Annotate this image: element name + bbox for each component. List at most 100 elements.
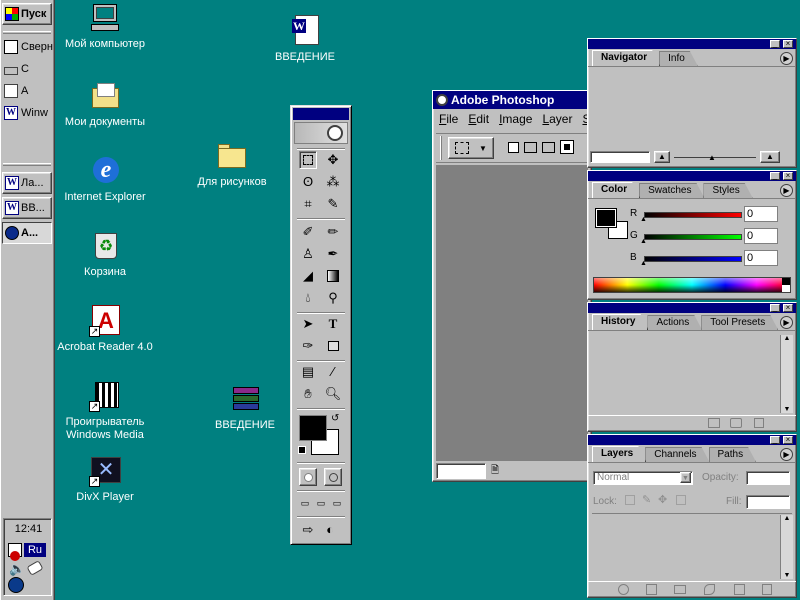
quick-mask-button[interactable] — [324, 468, 342, 486]
desktop-icon-media-player[interactable]: ↗ Проигрыватель Windows Media — [50, 380, 160, 442]
zoom-tool[interactable]: 🔍︎ — [324, 385, 342, 403]
palette-titlebar[interactable]: _ × — [588, 171, 796, 181]
new-layer-icon[interactable] — [734, 584, 745, 595]
shape-tool[interactable] — [324, 337, 342, 355]
tab-info[interactable]: Info — [659, 51, 698, 66]
palette-titlebar[interactable]: _ × — [588, 39, 796, 49]
tab-tool-presets[interactable]: Tool Presets — [701, 315, 778, 330]
new-selection-icon[interactable] — [508, 142, 519, 153]
tab-history[interactable]: History — [592, 314, 648, 330]
subtract-selection-icon[interactable] — [542, 142, 555, 153]
slider-thumb-icon[interactable]: ▲ — [640, 238, 647, 245]
status-zoom-field[interactable] — [436, 463, 486, 479]
adobe-online-button[interactable] — [294, 122, 348, 144]
photoshop-tray-icon[interactable] — [8, 577, 24, 593]
green-value-field[interactable]: 0 — [744, 228, 778, 244]
trash-icon[interactable] — [754, 418, 764, 428]
quicklaunch-item-3[interactable]: А — [4, 81, 54, 101]
photoshop-app-icon[interactable] — [436, 94, 448, 106]
desktop-icon-internet-explorer[interactable]: e Internet Explorer — [50, 155, 160, 204]
quicklaunch-show-desktop[interactable]: Сверн — [4, 37, 54, 57]
zoom-slider-thumb-icon[interactable]: ▲ — [708, 153, 716, 162]
type-tool[interactable]: T — [324, 315, 342, 333]
tab-layers[interactable]: Layers — [592, 446, 646, 462]
slider-thumb-icon[interactable]: ▲ — [640, 260, 647, 267]
layers-scrollbar[interactable]: ▲ ▼ — [780, 515, 793, 579]
healing-brush-tool[interactable]: ✐ — [299, 223, 317, 241]
path-selection-tool[interactable]: ➤ — [299, 315, 317, 333]
tab-swatches[interactable]: Swatches — [639, 183, 704, 198]
imageready-icon[interactable]: ◐ — [321, 521, 339, 539]
desktop-icon-word-document[interactable]: W ВВЕДЕНИЕ — [250, 15, 360, 64]
scroll-down-icon[interactable]: ▼ — [781, 406, 793, 413]
navigator-zoom-field[interactable] — [590, 151, 650, 163]
desktop-icon-folder[interactable]: Для рисунков — [177, 140, 287, 189]
palette-close-button[interactable]: × — [783, 172, 793, 180]
notes-tool[interactable]: ▤ — [299, 363, 317, 381]
slider-thumb-icon[interactable]: ▲ — [640, 216, 647, 223]
default-colors-icon[interactable] — [298, 446, 306, 454]
palette-close-button[interactable]: × — [783, 304, 793, 312]
slice-tool[interactable]: ✎ — [324, 195, 342, 213]
blend-mode-select[interactable]: Normal ▼ — [593, 471, 693, 485]
blur-tool[interactable]: 💧︎ — [299, 289, 317, 307]
layer-set-icon[interactable] — [674, 585, 686, 594]
tray-app-icon[interactable] — [26, 560, 44, 576]
eyedropper-tool[interactable]: ⁄ — [324, 363, 342, 381]
fill-field[interactable] — [746, 495, 790, 509]
scroll-up-icon[interactable]: ▲ — [781, 335, 793, 342]
palette-titlebar[interactable]: _ × — [588, 303, 796, 313]
full-screen-button[interactable]: ▭ — [328, 494, 346, 512]
quicklaunch-word[interactable]: W Winw — [4, 103, 54, 123]
scroll-up-icon[interactable]: ▲ — [781, 515, 793, 522]
scroll-down-icon[interactable]: ▼ — [781, 572, 793, 579]
history-brush-tool[interactable]: ✒ — [324, 245, 342, 263]
move-tool[interactable]: ✥ — [324, 151, 342, 169]
dodge-tool[interactable]: ⚲ — [324, 289, 342, 307]
menu-image[interactable]: Image — [499, 112, 532, 126]
tool-preset-picker[interactable]: ▼ — [448, 137, 494, 159]
toolbar-grip[interactable] — [3, 31, 51, 34]
tab-channels[interactable]: Channels — [645, 447, 709, 462]
language-indicator[interactable]: Ru — [24, 543, 46, 557]
marquee-tool[interactable] — [299, 151, 317, 169]
palette-titlebar[interactable]: _ × — [588, 435, 796, 445]
dropdown-arrow-icon[interactable]: ▼ — [680, 472, 691, 483]
menu-edit[interactable]: Edit — [468, 112, 489, 126]
add-selection-icon[interactable] — [524, 142, 537, 153]
desktop-icon-divx[interactable]: ✕ ↗ DivX Player — [50, 455, 160, 504]
layer-style-icon[interactable] — [618, 584, 629, 595]
brush-tool[interactable]: ✏ — [324, 223, 342, 241]
blue-value-field[interactable]: 0 — [744, 250, 778, 266]
palette-minimize-button[interactable]: _ — [770, 304, 780, 312]
zoom-out-button[interactable]: ▲ — [654, 151, 670, 163]
intersect-selection-icon[interactable] — [560, 140, 574, 154]
status-doc-icon[interactable]: 🗎︎ — [491, 463, 499, 480]
lock-transparency-icon[interactable] — [625, 495, 635, 505]
lock-all-icon[interactable] — [676, 495, 686, 505]
clock[interactable]: 12:41 — [4, 523, 53, 535]
palette-menu-button[interactable]: ▶ — [780, 448, 793, 461]
imageready-jump-icon[interactable]: ⇨ — [299, 521, 317, 539]
eraser-tool[interactable]: ◢ — [299, 267, 317, 285]
volume-icon[interactable]: 🔈 — [9, 561, 25, 577]
quicklaunch-item-2[interactable]: С — [4, 59, 54, 79]
hand-tool[interactable]: ✋︎ — [299, 385, 317, 403]
pen-tool[interactable]: ✑ — [299, 337, 317, 355]
red-value-field[interactable]: 0 — [744, 206, 778, 222]
lock-pixels-icon[interactable]: ✎ — [642, 493, 651, 506]
crop-tool[interactable]: ⌗ — [299, 195, 317, 213]
desktop-icon-my-computer[interactable]: Мой компьютер — [50, 2, 160, 51]
tab-actions[interactable]: Actions — [647, 315, 702, 330]
gradient-tool[interactable] — [324, 267, 342, 285]
new-document-from-state-icon[interactable] — [708, 418, 720, 428]
desktop-icon-acrobat[interactable]: A ↗ Acrobat Reader 4.0 — [50, 305, 160, 354]
swap-colors-icon[interactable]: ↺ — [331, 413, 339, 424]
tab-color[interactable]: Color — [592, 182, 640, 198]
color-spectrum-bar[interactable] — [593, 277, 791, 293]
tab-paths[interactable]: Paths — [709, 447, 757, 462]
lock-position-icon[interactable]: ✥ — [658, 493, 667, 506]
history-scrollbar[interactable]: ▲ ▼ — [780, 335, 793, 413]
lasso-tool[interactable]: ʘ — [299, 173, 317, 191]
palette-menu-button[interactable]: ▶ — [780, 316, 793, 329]
